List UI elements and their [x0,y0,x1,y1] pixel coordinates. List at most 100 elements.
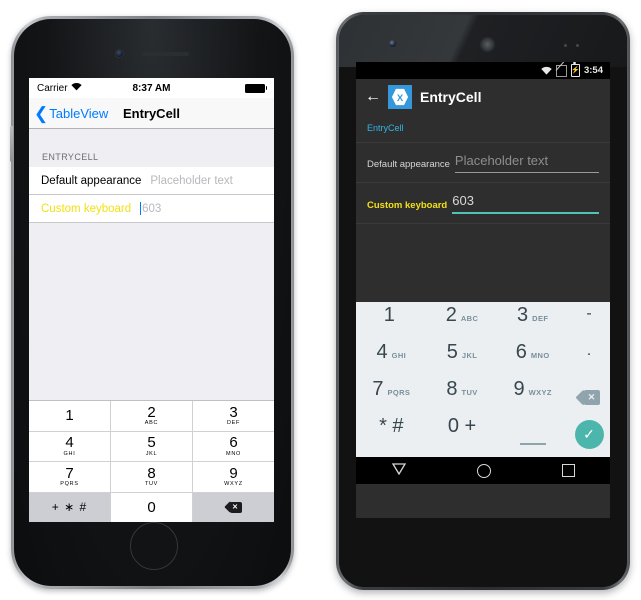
backspace-x-glyph: ✕ [232,503,238,511]
android-content: EntryCell Default appearance Placeholder… [356,115,610,302]
key-digit: 8 [446,378,458,400]
field-custom-keyboard[interactable]: Custom keyboard 603 [356,183,610,214]
iphone-screen: Carrier 8:37 AM ❮ TableView EntryCell EN… [29,78,274,522]
arrow-left-icon[interactable]: ← [365,89,381,105]
nav-recents-square-icon[interactable] [561,464,575,477]
key-digit: 7 [372,378,384,400]
key-7[interactable]: 7 PQRS [29,462,111,493]
space-icon[interactable] [497,416,568,453]
key-7[interactable]: 7 PQRS [356,379,427,416]
key-digit: 9 [229,464,238,482]
key-2[interactable]: 2 ABC [427,305,498,342]
xamarin-logo-icon: X [388,85,412,109]
key-symbols[interactable]: + ∗ # [29,492,111,522]
row-label-custom-keyboard: Custom keyboard [41,202,132,215]
earpiece-speaker [142,52,189,56]
key-0-plus[interactable]: 0 + [427,416,498,453]
entry-input-default[interactable]: Placeholder text [454,152,599,173]
key-letters: MNO [530,351,550,360]
key-2[interactable]: 2 ABC [111,401,193,432]
key-symbol: 0 + [447,415,477,437]
entry-placeholder-text: Placeholder text [454,153,549,168]
key-symbols-label: + ∗ # [51,500,88,515]
key-6[interactable]: 6 MNO [497,342,568,379]
key-1[interactable]: 1 [29,401,111,432]
ios-clock: 8:37 AM [132,82,171,94]
android-screen: ⚡ 3:54 ← X EntryCell EntryCell Default a… [356,62,610,518]
key-0[interactable]: 0 [111,492,193,522]
key-digit: 3 [517,304,529,326]
keyboard-row: 7 PQRS 8 TUV 9 WXYZ [29,462,274,493]
key-1[interactable]: 1 [356,305,427,342]
svg-text:X: X [397,93,404,104]
key-period[interactable]: . [568,342,610,379]
key-digit: 2 [445,304,457,326]
backspace-x-glyph: ✕ [587,392,596,402]
key-minus[interactable]: - [568,305,610,342]
volume-button[interactable] [10,126,13,162]
key-4[interactable]: 4 GHI [356,342,427,379]
android-numeric-keyboard[interactable]: 1 2 ABC 3 DEF - 4 GHI 5 JKL 6 MNO . 7 PQ… [356,302,610,457]
ios-nav-bar: ❮ TableView EntryCell [29,98,274,129]
key-4[interactable]: 4 GHI [29,431,111,462]
key-digit: 6 [515,341,527,363]
text-caret [140,202,142,215]
key-9[interactable]: 9 WXYZ [497,379,568,416]
key-star-hash[interactable]: * # [356,416,427,453]
entry-input-default[interactable]: Placeholder text [150,175,232,187]
key-9[interactable]: 9 WXYZ [193,462,274,493]
key-letters: PQRS [387,388,411,397]
key-digit: 5 [446,341,458,363]
key-3[interactable]: 3 DEF [193,401,274,432]
key-letters: JKL [145,450,158,457]
ios-numeric-keyboard[interactable]: 1 2 ABC 3 DEF 4 GHI 5 JKL 6 MNO 7 PQRS 8… [29,400,274,522]
key-6[interactable]: 6 MNO [193,431,274,462]
entry-input-custom[interactable]: 603 [140,202,161,215]
check-glyph: ✓ [583,426,595,442]
key-3[interactable]: 3 DEF [497,305,568,342]
section-header: EntryCell [367,123,404,133]
no-sim-icon [555,64,567,77]
table-row[interactable]: Default appearance Placeholder text [29,167,274,195]
key-letters: WXYZ [224,481,243,488]
nav-home-circle-icon[interactable] [476,463,491,478]
key-letters: PQRS [60,481,79,488]
key-digit: 9 [513,378,525,400]
home-button[interactable] [129,522,178,570]
key-digit: 7 [65,464,74,482]
key-letters: GHI [391,351,407,360]
key-8[interactable]: 8 TUV [111,462,193,493]
key-letters: ABC [144,420,159,427]
backspace-icon[interactable]: ✕ [193,492,274,522]
battery-charging-icon: ⚡ [570,62,580,77]
keyboard-row: 1 2 ABC 3 DEF [29,401,274,432]
key-digit: 3 [229,403,238,421]
check-icon[interactable]: ✓ [568,416,610,453]
notification-led [564,44,567,47]
wifi-icon [541,66,552,75]
field-label: Custom keyboard [367,200,448,211]
front-camera-icon [389,40,396,47]
key-5[interactable]: 5 JKL [111,431,193,462]
key-letters: TUV [144,481,159,488]
battery-full-icon [245,83,267,93]
nav-back-triangle-icon[interactable] [391,462,406,480]
key-letters: GHI [63,450,76,457]
key-digit: 5 [147,434,156,452]
key-5[interactable]: 5 JKL [427,342,498,379]
field-default-appearance[interactable]: Default appearance Placeholder text [356,143,610,173]
earpiece-speaker [480,37,495,52]
entry-value-text: 603 [452,193,474,208]
key-letters: TUV [461,388,478,397]
key-digit: 2 [147,403,156,421]
ios-status-bar: Carrier 8:37 AM [29,78,274,98]
android-nav-bar [356,457,610,484]
backspace-icon[interactable]: ✕ [568,379,610,416]
table-row[interactable]: Custom keyboard 603 [29,195,274,223]
entry-input-custom[interactable]: 603 [452,192,599,214]
keyboard-row: 7 PQRS 8 TUV 9 WXYZ ✕ [356,379,610,416]
key-8[interactable]: 8 TUV [427,379,498,416]
key-letters: WXYZ [528,388,552,397]
section-header: ENTRYCELL [42,152,99,162]
entry-value-text: 603 [142,202,162,215]
